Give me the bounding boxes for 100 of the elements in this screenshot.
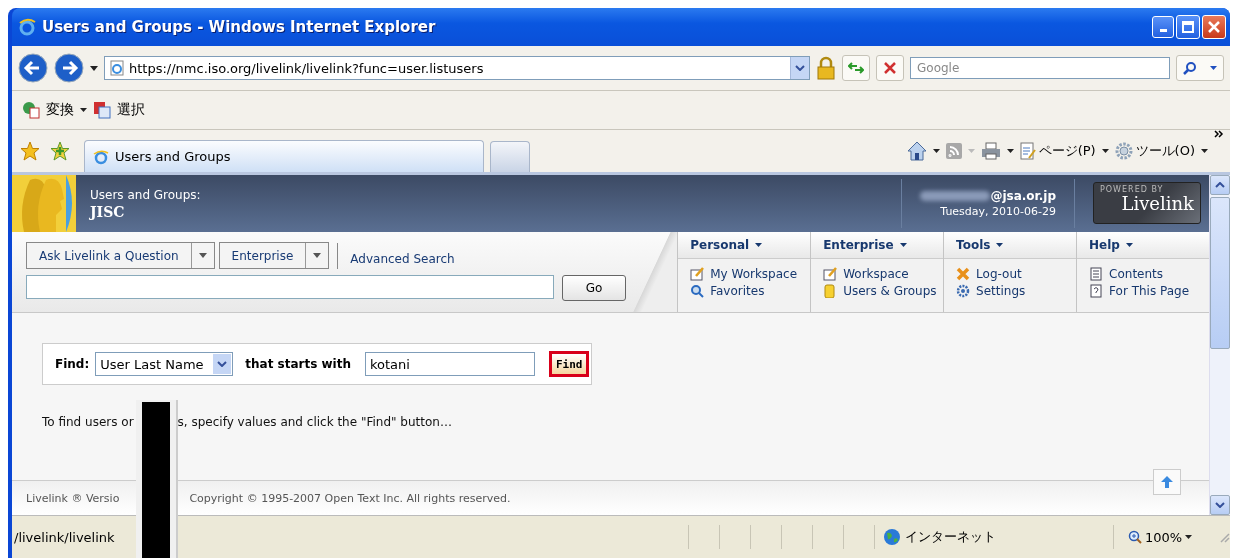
add-favorite-icon[interactable] [50, 141, 70, 161]
menu-item[interactable]: Contents [1077, 265, 1209, 282]
menu-item[interactable]: Log-out [944, 265, 1077, 282]
caret-icon [967, 149, 975, 153]
caret-icon [996, 243, 1004, 247]
lock-icon [816, 56, 836, 80]
menu-header[interactable]: Help [1077, 232, 1209, 259]
command-button[interactable]: ページ(P) [1019, 142, 1096, 160]
copyright-text: Copyright © 1995-2007 Open Text Inc. All rights reserved. [189, 491, 511, 505]
menu-header[interactable]: Personal [678, 232, 811, 259]
note-icon [823, 266, 838, 281]
chevron-down-icon [1215, 502, 1225, 508]
back-button[interactable] [18, 53, 48, 83]
user-email: @jsa.or.jp [990, 189, 1056, 203]
minimize-icon [1159, 29, 1167, 32]
status-text: /livelink/livelink [13, 529, 116, 545]
heads-logo-icon [12, 175, 76, 232]
chevron-up-icon [1215, 182, 1225, 188]
caret-icon [313, 253, 322, 258]
menu-item[interactable]: For This Page [1077, 282, 1209, 299]
home-icon[interactable] [906, 141, 927, 161]
search-icon [1183, 61, 1198, 75]
condition-label: that starts with [245, 357, 351, 371]
x-mark-icon [956, 266, 971, 281]
gear-icon [956, 283, 971, 298]
minimize-button[interactable] [1152, 16, 1174, 38]
folder-icon [823, 283, 838, 298]
maximize-button[interactable] [1176, 15, 1200, 39]
printer-icon[interactable] [980, 142, 1001, 160]
find-field[interactable]: kotani [365, 352, 535, 376]
copyright-text: Livelink ® Versio [26, 491, 120, 505]
chevron-more-icon[interactable] [1214, 130, 1224, 140]
find-label: Find: [55, 357, 90, 371]
menu-item[interactable]: Settings [944, 282, 1077, 299]
scrollbar[interactable] [1209, 175, 1230, 515]
scope-dropdown[interactable]: Enterprise [218, 242, 330, 269]
caret-icon [899, 243, 907, 247]
field-dropdown[interactable]: User Last Name [95, 352, 234, 376]
stop-button[interactable] [876, 55, 904, 81]
search-field[interactable] [26, 275, 555, 299]
address-field[interactable]: https://nmc.iso.org/livelink/livelink?func=user.listusers [104, 56, 810, 80]
refresh-button[interactable] [842, 55, 870, 81]
advanced-search-link[interactable]: Advanced Search [350, 251, 455, 266]
search-button[interactable] [1176, 55, 1224, 81]
chevron-icon [795, 65, 805, 71]
caret-icon[interactable] [1185, 535, 1193, 539]
caret-icon [1125, 243, 1133, 247]
scope-dropdown[interactable]: Ask Livelink a Question [26, 242, 215, 269]
command-button[interactable]: ツール(O) [1114, 142, 1195, 160]
toolbar-button[interactable]: 選択 [117, 101, 145, 119]
page-icon [109, 60, 125, 76]
note-icon [690, 266, 705, 281]
menu-header[interactable]: Tools [944, 232, 1077, 259]
browser-tab[interactable]: Users and Groups [84, 140, 484, 172]
page-title: Users and Groups: [90, 187, 202, 202]
search-field[interactable]: Google [910, 57, 1170, 79]
caret-icon [1209, 66, 1217, 70]
window-title: Users and Groups - Windows Internet Explorer [42, 18, 437, 36]
close-button[interactable] [1202, 15, 1226, 39]
menu-item[interactable]: Users & Groups [811, 282, 944, 299]
up-arrow-icon [1161, 476, 1173, 488]
resize-grip-icon[interactable] [1218, 531, 1230, 543]
blurred-text [920, 191, 991, 201]
forward-button[interactable] [54, 53, 84, 83]
zoom-button[interactable]: 100% [1113, 525, 1218, 549]
caret-icon [198, 253, 207, 258]
help-icon [1089, 283, 1104, 298]
refresh-icon [848, 61, 864, 75]
magnifier-icon [690, 283, 705, 298]
menu-header[interactable]: Enterprise [811, 232, 944, 259]
stop-icon [882, 61, 898, 75]
star-icon[interactable] [20, 141, 40, 161]
browser-logo-icon [93, 148, 109, 165]
instruction-text: s, specify values and click the "Find" button… [177, 415, 452, 429]
browser-logo-icon [18, 18, 36, 36]
caret-icon[interactable] [90, 65, 98, 71]
menu-item[interactable]: Favorites [678, 282, 811, 299]
page-subtitle: JISC [90, 203, 126, 220]
gear-icon [1114, 142, 1133, 160]
zone-text: インターネット [905, 528, 996, 546]
powered-by-logo: POWERED BY Livelink [1093, 182, 1201, 224]
caret-icon [755, 243, 763, 247]
toolbar-button[interactable]: 変換 [46, 101, 74, 119]
go-button[interactable]: Go [562, 275, 626, 301]
caret-icon [1101, 149, 1109, 153]
document-icon [93, 101, 111, 119]
list-icon [1089, 266, 1104, 281]
menu-item[interactable]: My Workspace [678, 265, 811, 282]
maximize-icon [1182, 21, 1194, 33]
instruction-text: To find users or [42, 415, 134, 429]
zoom-icon [1128, 530, 1142, 544]
caret-icon [1201, 149, 1208, 153]
globe-icon [883, 528, 901, 546]
page-icon [1019, 142, 1036, 160]
globe-document-icon [22, 101, 40, 119]
caret-icon [1006, 149, 1014, 153]
back-to-top-button[interactable] [1153, 469, 1181, 495]
find-button[interactable]: Find [549, 351, 590, 377]
chevron-icon [217, 361, 228, 367]
menu-item[interactable]: Workspace [811, 265, 944, 282]
